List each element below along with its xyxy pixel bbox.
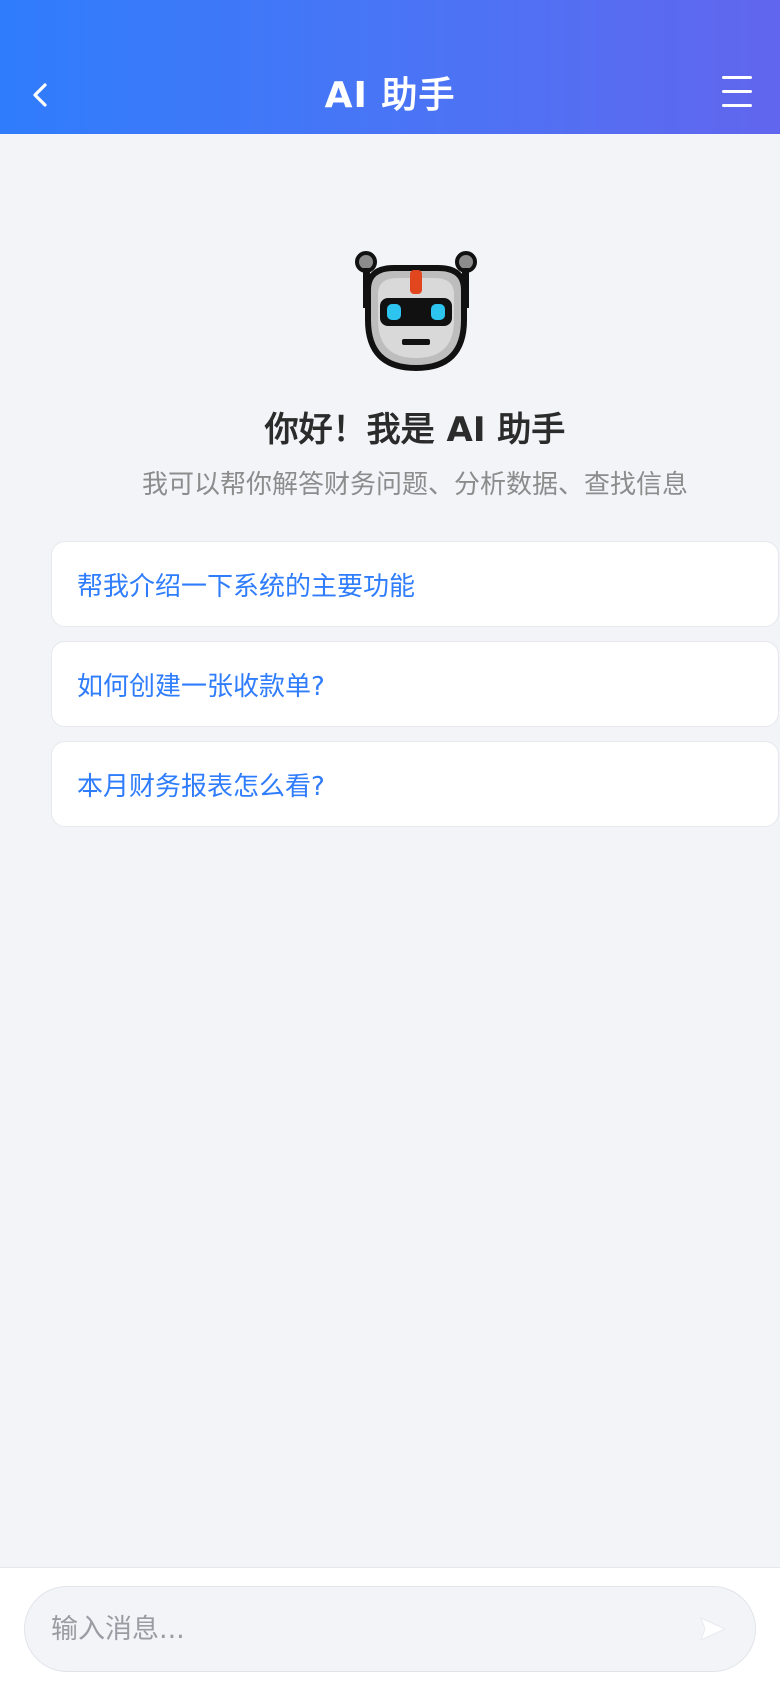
page-title: AI 助手	[324, 75, 456, 116]
send-icon	[700, 1617, 727, 1641]
message-input-bar	[0, 1567, 780, 1688]
suggestion-card[interactable]: 如何创建一张收款单?	[51, 641, 779, 727]
hamburger-menu-icon	[722, 76, 752, 79]
send-button[interactable]	[673, 1589, 753, 1669]
message-input[interactable]	[51, 1587, 671, 1671]
top-nav-bar: AI 助手	[0, 0, 780, 134]
ai-assistant-screen: AI 助手 你好！我是 AI 助手 我可以帮你解答财务问题、分析数据、查找信息 …	[0, 0, 780, 1688]
suggestion-card[interactable]: 帮我介绍一下系统的主要功能	[51, 541, 779, 627]
suggestion-card[interactable]: 本月财务报表怎么看?	[51, 741, 779, 827]
menu-button[interactable]	[720, 74, 756, 110]
message-input-container	[24, 1586, 756, 1672]
robot-icon	[355, 251, 477, 372]
welcome-greeting: 你好！我是 AI 助手	[264, 410, 566, 450]
welcome-subtitle: 我可以帮你解答财务问题、分析数据、查找信息	[141, 470, 688, 500]
